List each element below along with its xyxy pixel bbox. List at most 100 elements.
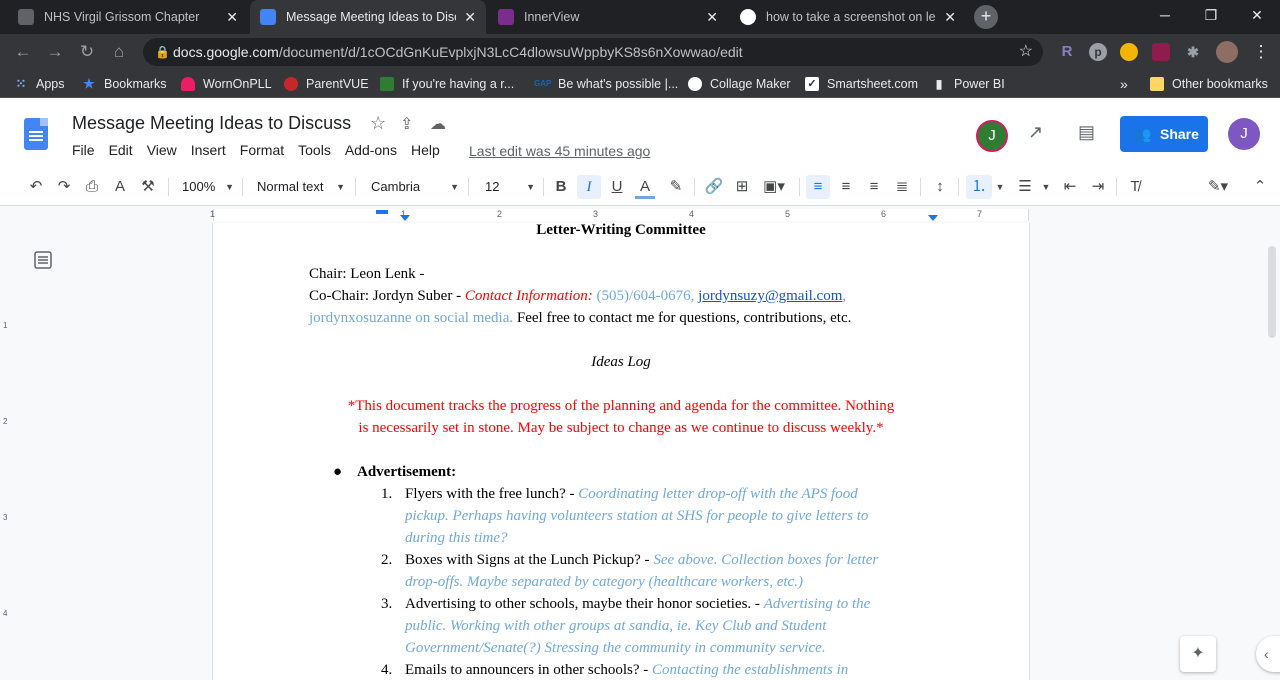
browser-menu-icon[interactable]: ⋮ [1250,41,1272,63]
browser-tab[interactable]: InnerView ✕ [488,0,728,34]
browser-tab[interactable]: NHS Virgil Grissom Chapter ✕ [8,0,248,34]
bulleted-list-dropdown-icon[interactable]: ▼ [1040,175,1052,199]
bookmark-link[interactable]: WornOnPLL [181,70,272,98]
text-color-icon[interactable]: A [635,175,655,199]
bookmark-link[interactable]: If you're having a r... [380,70,514,98]
account-avatar[interactable]: J [1228,118,1260,150]
extension-pinwheel-icon[interactable] [1120,43,1138,61]
bookmark-other-folder[interactable]: Other bookmarks [1150,70,1268,98]
paragraph-style-select[interactable]: Normal text ▼ [257,175,345,199]
bookmark-link[interactable]: ParentVUE [284,70,369,98]
right-indent-marker[interactable] [928,215,938,221]
decrease-indent-icon[interactable]: ⇤ [1060,175,1080,199]
bold-icon[interactable]: B [551,175,571,199]
collapse-menus-icon[interactable]: ⌃ [1250,175,1270,199]
editing-mode-icon[interactable]: ✎▾ [1200,175,1236,199]
undo-icon[interactable]: ↶ [26,175,46,199]
bookmark-folder[interactable]: ★ Bookmarks [82,70,166,98]
browser-tab-active[interactable]: Message Meeting Ideas to Discuss ✕ [250,0,486,34]
activity-trend-icon[interactable]: ↗ [1028,122,1043,143]
back-icon[interactable]: ← [12,41,34,63]
minimize-button[interactable]: ─ [1142,0,1188,30]
bookmark-link[interactable]: Collage Maker [688,70,791,98]
menu-edit[interactable]: Edit [109,142,133,158]
ruler-number: 3 [593,209,599,219]
underline-icon[interactable]: U [607,175,627,199]
pinterest-icon[interactable]: p [1089,43,1107,61]
align-left-icon[interactable]: ≡ [806,175,830,199]
dropdown-arrow-icon: ▼ [450,182,459,192]
reload-icon[interactable]: ↻ [76,41,98,63]
paint-format-icon[interactable]: ⚒ [138,175,158,199]
add-comment-icon[interactable]: ⊞ [731,175,753,199]
menu-help[interactable]: Help [411,142,440,158]
extension-r-icon[interactable]: R [1058,43,1076,61]
spellcheck-icon[interactable]: A [110,175,130,199]
dropdown-arrow-icon: ▼ [336,182,345,192]
close-tab-icon[interactable]: ✕ [944,9,956,26]
document-outline-icon[interactable] [34,251,52,269]
bookmark-apps[interactable]: ⁙ Apps [14,70,65,98]
increase-indent-icon[interactable]: ⇥ [1088,175,1108,199]
explore-button[interactable]: ✦ [1180,636,1216,672]
restore-button[interactable]: ❐ [1188,0,1234,30]
font-size-select[interactable]: 12 ▼ [485,175,535,199]
menu-view[interactable]: View [147,142,177,158]
profile-avatar[interactable] [1216,41,1238,63]
redo-icon[interactable]: ↷ [54,175,74,199]
justify-icon[interactable]: ≣ [892,175,912,199]
extensions-puzzle-icon[interactable]: ✱ [1184,43,1202,61]
document-title[interactable]: Message Meeting Ideas to Discuss [72,113,351,134]
numbered-list-dropdown-icon[interactable]: ▼ [994,175,1006,199]
last-edit-link[interactable]: Last edit was 45 minutes ago [469,143,650,159]
comments-icon[interactable]: ▤ [1078,122,1095,143]
clear-formatting-icon[interactable]: T̸ [1125,175,1145,199]
extension-box-icon[interactable] [1152,43,1170,61]
close-tab-icon[interactable]: ✕ [706,9,718,26]
line-spacing-icon[interactable]: ↕ [929,175,951,199]
menu-addons[interactable]: Add-ons [345,142,397,158]
ruler-number: 2 [497,209,503,219]
close-window-button[interactable]: ✕ [1234,0,1280,30]
italic-icon[interactable]: I [577,175,601,199]
insert-image-icon[interactable]: ▣▾ [759,175,789,199]
ruler-track[interactable]: 1 1 2 3 4 5 6 7 [210,209,1029,221]
bookmark-link[interactable]: GAP Be what's possible |... [534,70,678,98]
collaborator-avatar[interactable]: J [976,120,1008,152]
forward-icon[interactable]: → [44,41,66,63]
left-indent-marker[interactable] [400,215,410,221]
font-select[interactable]: Cambria ▼ [371,175,459,199]
address-bar[interactable]: 🔒 docs.google.com/document/d/1cOCdGnKuEv… [143,38,1043,66]
share-button[interactable]: 👥 Share [1120,116,1208,152]
vertical-scrollbar[interactable] [1268,246,1276,338]
lock-icon: 🔒 [155,45,170,59]
menu-tools[interactable]: Tools [298,142,331,158]
browser-tab[interactable]: how to take a screenshot on lenovo ✕ [730,0,966,34]
first-line-indent-marker[interactable] [376,210,388,214]
align-center-icon[interactable]: ≡ [836,175,856,199]
menu-file[interactable]: File [72,142,95,158]
close-tab-icon[interactable]: ✕ [226,9,238,26]
menu-format[interactable]: Format [240,142,284,158]
bookmark-star-icon[interactable]: ☆ [1019,38,1033,66]
cloud-status-icon[interactable]: ☁ [430,114,446,134]
star-icon[interactable]: ☆ [370,113,386,134]
align-right-icon[interactable]: ≡ [864,175,884,199]
document-page[interactable]: Letter-Writing Committee Chair: Leon Len… [213,223,1029,680]
move-to-drive-icon[interactable]: ⇪ [400,114,413,134]
insert-link-icon[interactable]: 🔗 [703,175,725,199]
bulleted-list-icon[interactable]: ☰ [1014,175,1036,199]
bookmarks-overflow[interactable]: » [1120,70,1128,98]
bookmark-link[interactable]: ✓ Smartsheet.com [805,70,918,98]
menu-insert[interactable]: Insert [191,142,226,158]
close-tab-icon[interactable]: ✕ [464,9,476,26]
print-icon[interactable]: ⎙ [82,175,102,199]
numbered-list-icon[interactable]: ⒈ [966,175,992,199]
new-tab-button[interactable]: + [974,5,998,29]
email-link[interactable]: jordynsuzy@gmail.com [698,288,842,304]
home-icon[interactable]: ⌂ [108,41,130,63]
highlight-icon[interactable]: ✎ [666,175,686,199]
bookmark-link[interactable]: ▮ Power BI [932,70,1005,98]
docs-logo-icon[interactable] [24,118,48,150]
zoom-select[interactable]: 100% ▼ [182,175,234,199]
